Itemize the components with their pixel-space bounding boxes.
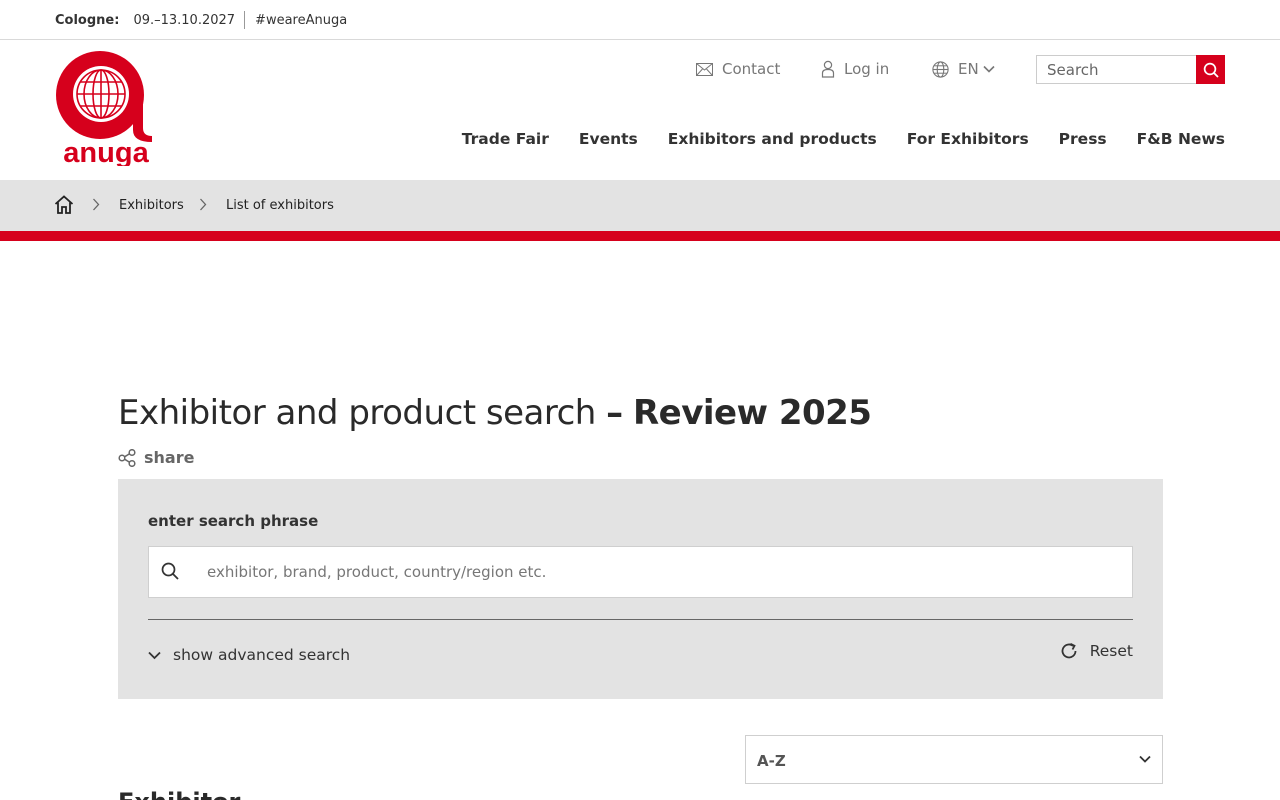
breadcrumb-list-of-exhibitors: List of exhibitors <box>226 198 334 213</box>
share-button[interactable]: share <box>118 448 194 467</box>
chevron-down-icon <box>1139 755 1151 763</box>
refresh-icon <box>1061 642 1077 659</box>
page-title-main: Exhibitor and product search <box>118 393 596 433</box>
search-icon <box>1203 62 1219 78</box>
reset-label: Reset <box>1089 642 1133 660</box>
share-label: share <box>144 448 195 467</box>
nav-item-trade-fair[interactable]: Trade Fair <box>462 130 549 148</box>
advanced-search-label: show advanced search <box>173 646 351 664</box>
nav-item-for-exhibitors[interactable]: For Exhibitors <box>907 130 1029 148</box>
breadcrumb: Exhibitors List of exhibitors <box>0 180 1280 231</box>
event-dates: 09.–13.10.2027 <box>133 12 236 28</box>
chevron-right-icon <box>200 198 207 211</box>
logo-wordmark: anuga <box>63 137 149 166</box>
chevron-down-icon <box>148 651 161 659</box>
panel-divider <box>148 619 1133 620</box>
main-navigation: Trade Fair Events Exhibitors and product… <box>432 130 1225 148</box>
page-title-dash: – <box>606 393 623 433</box>
nav-item-events[interactable]: Events <box>579 130 638 148</box>
chevron-down-icon <box>983 65 995 73</box>
nav-item-exhibitors-and-products[interactable]: Exhibitors and products <box>668 130 877 148</box>
info-bar: Cologne: 09.–13.10.2027 #weareAnuga <box>0 0 1280 40</box>
home-icon[interactable] <box>54 195 74 214</box>
nav-item-fb-news[interactable]: F&B News <box>1137 130 1225 148</box>
contact-label: Contact <box>722 60 781 78</box>
language-selector[interactable]: EN <box>932 56 995 82</box>
accent-bar <box>0 231 1280 241</box>
exhibitor-search-input[interactable] <box>207 547 1107 597</box>
user-icon <box>821 60 835 78</box>
login-link[interactable]: Log in <box>821 56 889 82</box>
results-heading: Exhibitor <box>118 788 240 800</box>
search-icon <box>161 562 179 580</box>
site-search-input[interactable] <box>1037 56 1196 83</box>
breadcrumb-exhibitors[interactable]: Exhibitors <box>119 198 184 213</box>
site-search <box>1036 55 1225 84</box>
advanced-search-toggle[interactable]: show advanced search <box>148 646 350 664</box>
hashtag-link[interactable]: #weareAnuga <box>255 13 347 28</box>
language-label: EN <box>958 60 979 78</box>
chevron-right-icon <box>93 198 100 211</box>
share-icon <box>118 448 136 467</box>
page-title: Exhibitor and product search – Review 20… <box>118 393 872 433</box>
page-title-bold: Review 2025 <box>632 393 872 433</box>
divider <box>244 11 246 29</box>
search-panel: enter search phrase show advanced search… <box>118 479 1163 699</box>
nav-item-press[interactable]: Press <box>1059 130 1107 148</box>
event-city: Cologne: <box>55 12 120 28</box>
sort-select[interactable]: A-Z <box>745 735 1163 784</box>
site-search-button[interactable] <box>1196 55 1225 84</box>
sort-selected-value: A-Z <box>757 752 786 770</box>
envelope-icon <box>696 62 713 76</box>
exhibitor-search-field <box>148 546 1133 598</box>
login-label: Log in <box>844 60 890 78</box>
search-phrase-label: enter search phrase <box>148 512 319 530</box>
anuga-logo[interactable]: anuga <box>55 50 157 169</box>
globe-icon <box>932 60 949 78</box>
contact-link[interactable]: Contact <box>696 56 780 82</box>
reset-button[interactable]: Reset <box>1060 642 1133 660</box>
